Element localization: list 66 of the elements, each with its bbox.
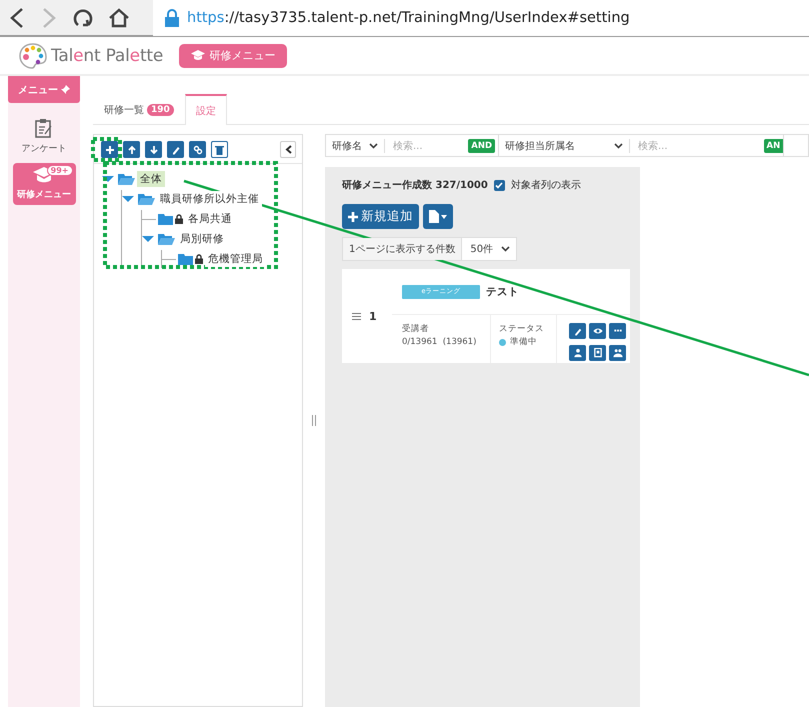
logo-text: Talent Palette — [51, 46, 164, 66]
drag-handle-icon[interactable] — [352, 312, 361, 320]
folder-icon — [158, 213, 173, 225]
expanded-arrow-icon[interactable] — [122, 195, 134, 203]
move-down-button[interactable] — [145, 141, 162, 158]
chevron-down-icon — [614, 142, 623, 148]
participants-count: 0/13961 (13961) — [402, 337, 476, 347]
sidebar-item[interactable]: アンケート — [12, 115, 76, 157]
reload-icon[interactable] — [72, 6, 94, 28]
splitter-handle-icon[interactable] — [312, 415, 316, 426]
tree-item[interactable]: 危機管理局 — [205, 251, 266, 267]
ellipsis-button[interactable] — [609, 323, 626, 339]
row-number: 1 — [369, 310, 377, 322]
graduation-cap-icon — [190, 50, 205, 61]
move-up-icon — [126, 144, 136, 154]
open-folder-icon — [138, 193, 155, 205]
caret-icon — [441, 214, 447, 218]
delete-button[interactable] — [211, 141, 228, 158]
trash-icon — [215, 144, 224, 154]
tab[interactable]: 研修一覧 190 — [93, 94, 185, 124]
person-icon — [572, 348, 582, 358]
show-targets-label: 対象者列の表示 — [510, 178, 581, 192]
status-text: 準備中 — [510, 336, 537, 349]
pencil-icon — [170, 144, 180, 154]
folder-icon — [178, 253, 193, 265]
plus-icon — [348, 212, 358, 222]
count-badge: 190 — [147, 104, 174, 116]
add-button[interactable] — [101, 141, 118, 158]
tree-item[interactable]: 全体 — [137, 171, 165, 187]
group-icon — [612, 348, 622, 358]
menu-count-text: 研修メニュー作成数 327/1000 — [342, 178, 488, 192]
palette-logo-icon — [18, 42, 48, 70]
expanded-arrow-icon[interactable] — [142, 235, 154, 243]
expanded-arrow-icon[interactable] — [102, 175, 114, 183]
status-label: ステータス — [499, 323, 545, 336]
collapse-button[interactable] — [280, 141, 296, 158]
tree-item[interactable]: 職員研修所以外主催 — [157, 191, 262, 207]
open-folder-icon — [158, 233, 175, 245]
move-down-icon — [148, 144, 158, 154]
pencil-button[interactable] — [167, 141, 184, 158]
pencil-icon — [572, 326, 582, 336]
lock-icon — [165, 8, 179, 26]
show-targets-checkbox[interactable] — [494, 180, 505, 190]
eye-icon — [592, 326, 602, 336]
chevron-left-icon — [284, 145, 292, 154]
group-button[interactable] — [609, 344, 626, 360]
link-button[interactable] — [189, 141, 206, 158]
participants-label: 受講者 — [402, 324, 429, 334]
eye-button[interactable] — [589, 323, 606, 339]
move-up-button[interactable] — [123, 141, 140, 158]
pencil-button[interactable] — [569, 323, 586, 339]
home-icon[interactable] — [108, 6, 130, 28]
clipboard-icon — [35, 118, 53, 138]
add-icon — [104, 144, 114, 154]
document-icon — [429, 210, 439, 223]
person-button[interactable] — [569, 344, 586, 360]
id-card-button[interactable] — [589, 344, 606, 360]
link-icon — [192, 144, 202, 154]
count-badge: 99+ — [46, 165, 72, 176]
training-title[interactable]: テスト — [486, 284, 519, 298]
add-new-button[interactable]: 新規追加 — [342, 204, 419, 229]
document-dropdown-button[interactable] — [423, 204, 453, 229]
open-folder-icon — [118, 173, 135, 185]
pin-icon — [61, 85, 70, 94]
id-card-icon — [592, 348, 602, 358]
chevron-down-icon — [369, 142, 378, 148]
